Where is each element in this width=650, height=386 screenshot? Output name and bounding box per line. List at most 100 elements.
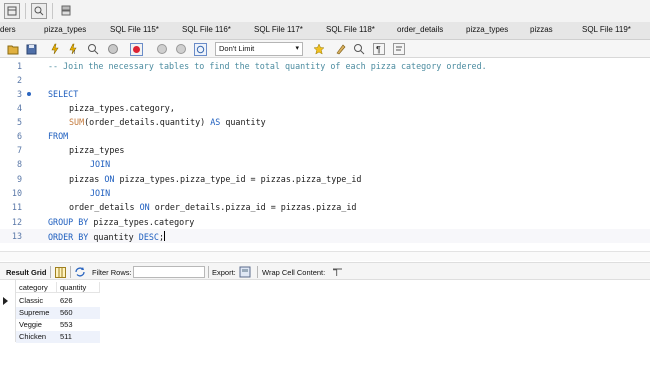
tab-order-details[interactable]: order_details	[397, 25, 443, 34]
toolbar-divider	[52, 3, 53, 19]
tab-pizza-types[interactable]: pizza_types	[44, 25, 86, 34]
tab-sql-file-115[interactable]: SQL File 115*	[110, 25, 159, 34]
tab-sql-file-116[interactable]: SQL File 116*	[182, 25, 231, 34]
row-limit-select[interactable]: Don't Limit ▾	[215, 42, 303, 56]
sql-line-4: pizza_types.category,	[69, 103, 175, 113]
wrap-lines-icon[interactable]	[392, 42, 406, 56]
invisible-chars-icon[interactable]: ¶	[372, 42, 386, 56]
magnifier-icon	[34, 6, 44, 16]
find-icon[interactable]	[352, 42, 366, 56]
panel-splitter[interactable]	[0, 251, 650, 261]
explain-icon[interactable]	[86, 42, 100, 56]
migration-button[interactable]	[58, 3, 74, 19]
statement-marker-icon	[27, 92, 31, 96]
window-toggle-button[interactable]	[4, 3, 20, 19]
toolbar-divider	[25, 3, 26, 19]
execute-icon[interactable]	[48, 42, 62, 56]
sql-line-12: GROUP BY pizza_types.category	[48, 217, 194, 227]
inspector-button[interactable]	[31, 3, 47, 19]
sql-line-11: order_details ON order_details.pizza_id …	[69, 202, 356, 212]
rollback-icon[interactable]	[174, 42, 188, 56]
svg-text:¶: ¶	[376, 45, 381, 55]
cell-quantity[interactable]: 553	[57, 319, 100, 331]
sql-table: order_details	[69, 202, 135, 212]
sql-editor[interactable]: 1 2 3 4 5 6 7 8 9 10 11 12 13 -- Join th…	[0, 58, 650, 251]
line-number: 1	[16, 61, 22, 71]
cell-category[interactable]: Chicken	[16, 331, 57, 343]
line-number: 4	[16, 103, 22, 113]
stop-icon[interactable]	[106, 42, 120, 56]
sql-group-column: pizza_types.category	[93, 217, 195, 227]
sql-expression: (order_details.quantity)	[84, 117, 206, 127]
line-number: 12	[11, 217, 22, 227]
tab-sql-file-117[interactable]: SQL File 117*	[254, 25, 303, 34]
export-icon[interactable]	[238, 265, 252, 279]
editor-toolbar: I Don't Limit ▾ ¶	[0, 40, 650, 58]
sql-comment: -- Join the necessary tables to find the…	[48, 61, 487, 71]
sql-table: pizzas	[69, 174, 100, 184]
export-label: Export:	[212, 268, 236, 277]
tab-sql-file-118[interactable]: SQL File 118*	[326, 25, 375, 34]
open-file-icon[interactable]	[6, 42, 20, 56]
cell-quantity[interactable]: 560	[57, 307, 100, 319]
line-number: 5	[16, 117, 22, 127]
autocommit-icon[interactable]	[193, 42, 207, 56]
filter-rows-label: Filter Rows:	[92, 268, 132, 277]
table-row[interactable]: Classic 626	[0, 295, 100, 307]
cell-category[interactable]: Veggie	[16, 319, 57, 331]
sql-keyword-on: ON	[139, 202, 150, 212]
beautify-icon[interactable]	[334, 42, 348, 56]
line-number: 11	[11, 202, 22, 212]
save-icon[interactable]	[24, 42, 38, 56]
sql-line-5: SUM(order_details.quantity) AS quantity	[69, 117, 266, 127]
tab-orders[interactable]: ders	[0, 25, 16, 34]
table-row[interactable]: Veggie 553	[0, 319, 100, 331]
result-toolbar: Result Grid Filter Rows: Export: Wrap Ce…	[0, 262, 650, 280]
result-grid-tab[interactable]: Result Grid	[6, 268, 46, 277]
tab-pizza-types-2[interactable]: pizza_types	[466, 25, 508, 34]
stop-on-error-icon[interactable]	[129, 42, 143, 56]
line-number: 10	[11, 188, 22, 198]
sql-order-column: quantity	[93, 232, 134, 242]
sql-alias: quantity	[225, 117, 266, 127]
wrap-cell-content-label: Wrap Cell Content:	[262, 268, 326, 277]
table-row[interactable]: Chicken 511	[0, 331, 100, 343]
table-row[interactable]: Supreme 560	[0, 307, 100, 319]
toolbar-divider	[257, 266, 258, 278]
cell-category[interactable]: Supreme	[16, 307, 57, 319]
sql-keyword-select: SELECT	[48, 89, 79, 99]
row-limit-value: Don't Limit	[219, 44, 255, 53]
line-number: 7	[16, 145, 22, 155]
toolbar-divider	[208, 266, 209, 278]
favorite-star-icon[interactable]	[312, 42, 326, 56]
refresh-icon[interactable]	[73, 265, 87, 279]
sql-keyword-order-by: ORDER BY	[48, 232, 89, 242]
filter-rows-input[interactable]	[133, 266, 205, 278]
result-grid: category quantity Classic 626 Supreme 56…	[0, 280, 650, 386]
cell-quantity[interactable]: 626	[57, 295, 100, 307]
cell-quantity[interactable]: 511	[57, 331, 100, 343]
commit-icon[interactable]	[155, 42, 169, 56]
execute-current-icon[interactable]: I	[66, 42, 80, 56]
sql-condition: pizza_types.pizza_type_id = pizzas.pizza…	[119, 174, 362, 184]
line-number: 3	[16, 89, 22, 99]
sql-line-7: pizza_types	[69, 145, 125, 155]
column-header-quantity[interactable]: quantity	[57, 282, 100, 293]
sql-function-sum: SUM	[69, 117, 85, 127]
chevron-down-icon: ▾	[295, 45, 299, 52]
sql-line-9: pizzas ON pizza_types.pizza_type_id = pi…	[69, 174, 361, 184]
column-header-category[interactable]: category	[16, 282, 57, 293]
grid-view-icon[interactable]	[53, 265, 67, 279]
app-toolbar	[0, 0, 650, 22]
query-tab-strip: ders pizza_types SQL File 115* SQL File …	[0, 22, 650, 40]
tab-pizzas[interactable]: pizzas	[530, 25, 553, 34]
line-number: 9	[16, 174, 22, 184]
sql-keyword-as: AS	[210, 117, 221, 127]
wrap-text-icon[interactable]: Ꞁ	[330, 265, 344, 279]
line-number: 6	[16, 131, 22, 141]
toolbar-divider	[70, 266, 71, 278]
sql-line-13: ORDER BY quantity DESC;	[48, 231, 165, 242]
tab-sql-file-119[interactable]: SQL File 119*	[582, 25, 631, 34]
cell-category[interactable]: Classic	[16, 295, 57, 307]
sql-condition: order_details.pizza_id = pizzas.pizza_id	[154, 202, 357, 212]
